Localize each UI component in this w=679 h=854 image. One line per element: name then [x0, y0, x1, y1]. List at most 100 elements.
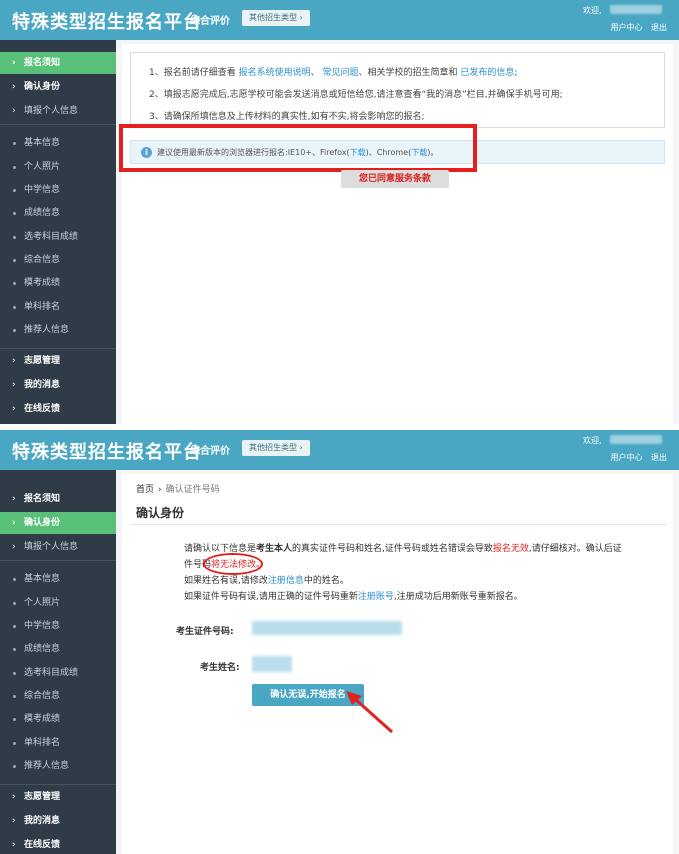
sidebar-subitem-scores[interactable]: 成绩信息: [0, 638, 116, 660]
chevron-right-icon: ›: [12, 106, 16, 116]
notice-box: 1、报名前请仔细查看 报名系统使用说明、 常见问题、相关学校的招生简章和 已发布…: [130, 52, 665, 128]
sidebar-item-application-notice[interactable]: › 报名须知: [0, 52, 116, 74]
sidebar-subitem-comprehensive[interactable]: 综合信息: [0, 685, 116, 707]
logout-link[interactable]: 退出: [651, 23, 667, 32]
sidebar-item-label: 志愿管理: [24, 792, 61, 802]
other-admission-types-button[interactable]: 其他招生类型 ›: [242, 10, 310, 26]
id-number-value-blurred: [252, 621, 402, 635]
published-info-link[interactable]: 已发布的信息: [460, 68, 514, 78]
username-blurred: [610, 435, 662, 444]
register-account-link[interactable]: 注册账号: [358, 592, 394, 602]
chevron-right-icon: ›: [12, 82, 16, 92]
sidebar-subitem-comprehensive[interactable]: 综合信息: [0, 249, 116, 271]
sidebar-divider: [0, 784, 116, 785]
sidebar-subitem-scores[interactable]: 成绩信息: [0, 202, 116, 224]
sidebar-item-label: 填报个人信息: [24, 106, 79, 116]
sidebar-item-label: 我的消息: [24, 816, 61, 826]
platform-title: 特殊类型招生报名平台: [12, 442, 202, 463]
notice-line-1: 1、报名前请仔细查看 报名系统使用说明、 常见问题、相关学校的招生简章和 已发布…: [149, 68, 518, 78]
sidebar-item-label: 在线反馈: [24, 404, 61, 414]
sidebar-subitem-basic-info[interactable]: 基本信息: [0, 132, 116, 154]
chevron-right-icon: ›: [12, 792, 16, 802]
platform-title: 特殊类型招生报名平台: [12, 12, 202, 33]
agree-terms-button[interactable]: 您已同意服务条款: [341, 170, 449, 188]
content-card: 1、报名前请仔细查看 报名系统使用说明、 常见问题、相关学校的招生简章和 已发布…: [122, 44, 673, 424]
user-center-link[interactable]: 用户中心: [610, 453, 642, 462]
sidebar-item-fill-personal-info[interactable]: › 填报个人信息: [0, 100, 116, 122]
instruction-line-3: 如果姓名有误,请修改注册信息中的姓名。: [184, 576, 349, 586]
notice-page-screenshot: 特殊类型招生报名平台 综合评价 其他招生类型 › 欢迎, 用户中心 退出 › 报名…: [0, 0, 679, 424]
platform-subtitle: 综合评价: [190, 446, 230, 457]
sidebar-subitem-subject-rank[interactable]: 单科排名: [0, 732, 116, 754]
sidebar-item-label: 在线反馈: [24, 840, 61, 850]
user-center-link[interactable]: 用户中心: [610, 23, 642, 32]
sidebar-subitem-recommender[interactable]: 推荐人信息: [0, 755, 116, 777]
breadcrumb-current: 确认证件号码: [165, 485, 220, 495]
sidebar-item-label: 报名须知: [24, 58, 61, 68]
main-content: 首页 › 确认证件号码 确认身份 请确认以下信息是考生本人的真实证件号码和姓名,证件…: [116, 470, 679, 854]
sidebar-item-volunteer-management[interactable]: › 志愿管理: [0, 350, 116, 372]
top-header: 特殊类型招生报名平台 综合评价 其他招生类型 › 欢迎, 用户中心 退出: [0, 430, 679, 470]
sidebar-subitem-middle-school[interactable]: 中学信息: [0, 179, 116, 201]
sidebar-subitem-mock-exam[interactable]: 模考成绩: [0, 272, 116, 294]
chevron-right-icon: ›: [12, 840, 16, 850]
sidebar-subitem-middle-school[interactable]: 中学信息: [0, 615, 116, 637]
main-content: 1、报名前请仔细查看 报名系统使用说明、 常见问题、相关学校的招生简章和 已发布…: [116, 40, 679, 424]
username-blurred: [610, 5, 662, 14]
sidebar-item-volunteer-management[interactable]: › 志愿管理: [0, 786, 116, 808]
sidebar-divider: [0, 348, 116, 349]
breadcrumb: 首页 › 确认证件号码: [136, 485, 220, 495]
sidebar-item-application-notice[interactable]: › 报名须知: [0, 488, 116, 510]
sidebar-divider: [0, 124, 116, 125]
registration-info-link[interactable]: 注册信息: [268, 576, 304, 586]
sidebar-item-online-feedback[interactable]: › 在线反馈: [0, 398, 116, 420]
notice-line-3: 3、请确保所填信息及上传材料的真实性,如有不实,将会影响您的报名;: [149, 112, 425, 122]
sidebar-item-my-messages[interactable]: › 我的消息: [0, 374, 116, 396]
chevron-right-icon: ›: [12, 356, 16, 366]
sidebar-subitem-photo[interactable]: 个人照片: [0, 156, 116, 178]
annotation-highlight-frame: [119, 124, 477, 172]
sidebar-item-confirm-identity[interactable]: › 确认身份: [0, 512, 116, 534]
top-header: 特殊类型招生报名平台 综合评价 其他招生类型 › 欢迎, 用户中心 退出: [0, 0, 679, 40]
sidebar-item-fill-personal-info[interactable]: › 填报个人信息: [0, 536, 116, 558]
sidebar: › 报名须知 › 确认身份 › 填报个人信息 基本信息 个人照片 中学信息 成绩信息 …: [0, 40, 116, 424]
sidebar-subitem-elective-scores[interactable]: 选考科目成绩: [0, 226, 116, 248]
instruction-line-4: 如果证件号码有误,请用正确的证件号码重新注册账号,注册成功后用新账号重新报名。: [184, 592, 523, 602]
sidebar-subitem-elective-scores[interactable]: 选考科目成绩: [0, 662, 116, 684]
title-divider: [130, 524, 667, 525]
faq-link[interactable]: 常见问题: [323, 68, 359, 78]
sidebar-item-online-feedback[interactable]: › 在线反馈: [0, 834, 116, 854]
annotation-highlight-circle: [203, 553, 263, 575]
name-value-blurred: [252, 656, 292, 672]
chevron-right-icon: ›: [12, 816, 16, 826]
logout-link[interactable]: 退出: [651, 453, 667, 462]
content-card: 首页 › 确认证件号码 确认身份 请确认以下信息是考生本人的真实证件号码和姓名,证件…: [122, 474, 673, 854]
id-number-label: 考生证件号码:: [176, 627, 234, 637]
usage-guide-link[interactable]: 报名系统使用说明: [239, 68, 311, 78]
sidebar-item-my-messages[interactable]: › 我的消息: [0, 810, 116, 832]
sidebar-item-label: 志愿管理: [24, 356, 61, 366]
page-title: 确认身份: [136, 506, 185, 520]
sidebar-subitem-mock-exam[interactable]: 模考成绩: [0, 708, 116, 730]
sidebar-subitem-basic-info[interactable]: 基本信息: [0, 568, 116, 590]
platform-subtitle: 综合评价: [190, 16, 230, 27]
header-links: 用户中心 退出: [604, 452, 667, 463]
sidebar-item-label: 我的消息: [24, 380, 61, 390]
sidebar-item-label: 确认身份: [24, 82, 61, 92]
breadcrumb-home[interactable]: 首页: [136, 485, 154, 495]
welcome-text: 欢迎,: [583, 436, 602, 445]
sidebar-subitem-photo[interactable]: 个人照片: [0, 592, 116, 614]
other-admission-types-button[interactable]: 其他招生类型 ›: [242, 440, 310, 456]
chevron-right-icon: ›: [12, 58, 16, 68]
sidebar-subitem-subject-rank[interactable]: 单科排名: [0, 296, 116, 318]
sidebar-subitem-recommender[interactable]: 推荐人信息: [0, 319, 116, 341]
confirm-identity-screenshot: 特殊类型招生报名平台 综合评价 其他招生类型 › 欢迎, 用户中心 退出 › 报名…: [0, 430, 679, 854]
sidebar-divider: [0, 560, 116, 561]
welcome-text: 欢迎,: [583, 6, 602, 15]
sidebar: › 报名须知 › 确认身份 › 填报个人信息 基本信息 个人照片 中学信息 成绩信息 …: [0, 470, 116, 854]
chevron-right-icon: ›: [12, 494, 16, 504]
chevron-right-icon: ›: [12, 380, 16, 390]
header-links: 用户中心 退出: [604, 22, 667, 33]
sidebar-item-confirm-identity[interactable]: › 确认身份: [0, 76, 116, 98]
sidebar-item-label: 报名须知: [24, 494, 61, 504]
